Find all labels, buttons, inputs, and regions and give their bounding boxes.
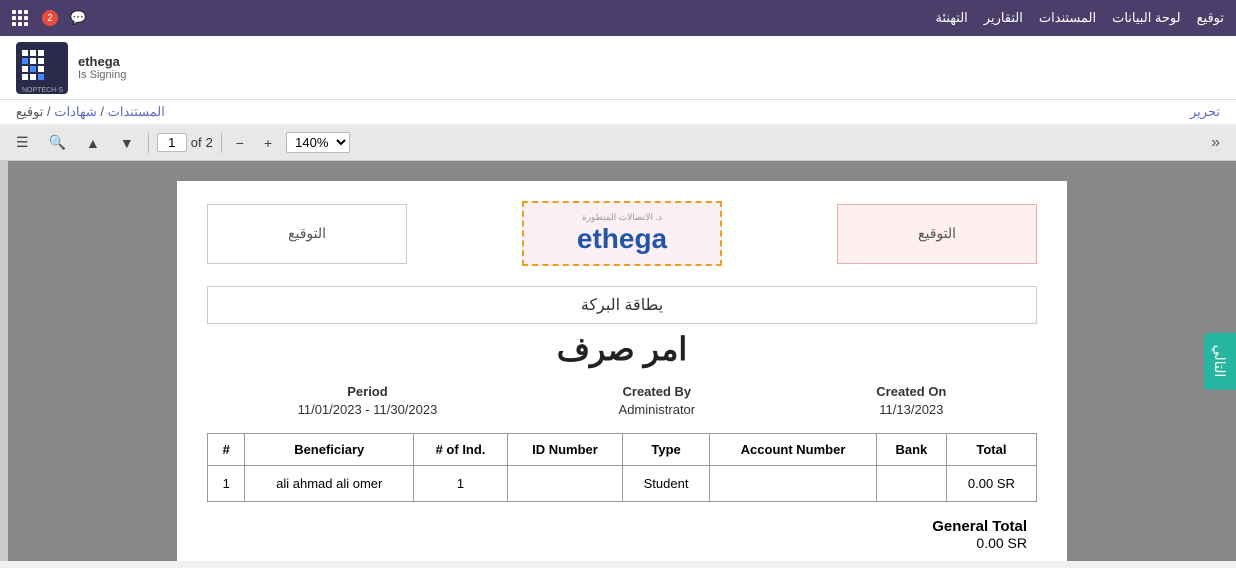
topbar: 2 💬 توقيع لوحة البيانات المستندات التقار… [0,0,1236,36]
table-cell-3 [507,466,622,502]
col-id-number: ID Number [507,434,622,466]
sig-brand: ethega [577,223,667,255]
table-cell-7: 0.00 SR [946,466,1036,502]
col-beneficiary: Beneficiary [245,434,414,466]
up-button[interactable]: ▲ [80,133,106,153]
created-on-label: Created On [876,384,946,399]
topbar-nav: توقيع لوحة البيانات المستندات التقارير ا… [935,10,1224,26]
zoom-out-button[interactable]: − [230,133,250,153]
chat-icon[interactable]: 💬 [70,10,86,26]
page-info: of 2 [157,133,213,152]
sig-left-label: التوقيع [288,225,326,242]
breadcrumb-bar: تحرير المستندات / شهادات / توقيع [0,100,1236,125]
sig-box-center[interactable]: د. الاتصالات المتطورة ethega [522,201,722,266]
logobar: NOPTECH-S ethega Is Signing [0,36,1236,100]
next-button[interactable]: التالي [1204,333,1236,390]
logo-text: ethega Is Signing [78,54,126,81]
svg-text:NOPTECH-S: NOPTECH-S [22,87,64,94]
created-by-value: Administrator [619,402,696,417]
created-on-meta: Created On 11/13/2023 [876,384,946,417]
zoom-in-button[interactable]: + [258,133,278,153]
col-ind: # of Ind. [414,434,508,466]
table-cell-0: 1 [208,466,245,502]
table-cell-5 [710,466,877,502]
grid-icon[interactable] [12,10,28,26]
left-scrollbar [0,161,8,561]
toolbar-right: » [1205,132,1226,154]
panel-toggle-button[interactable]: ☰ [10,132,35,153]
created-on-value: 11/13/2023 [876,402,946,417]
period-label: Period [298,384,438,399]
document-page: التوقيع د. الاتصالات المتطورة ethega الت… [177,181,1067,561]
created-by-label: Created By [619,384,696,399]
zoom-select[interactable]: 140% 100% 75% 50% [286,132,350,153]
created-by-meta: Created By Administrator [619,384,696,417]
meta-row: Period 11/01/2023 - 11/30/2023 Created B… [207,384,1037,417]
table-header-row: # Beneficiary # of Ind. ID Number Type A… [208,434,1037,466]
table-cell-4: Student [622,466,709,502]
toolbar: ☰ 🔍 ▲ ▼ of 2 − + 140% 100% 75% 50% » [0,125,1236,161]
table-cell-1: ali ahmad ali omer [245,466,414,502]
signature-row: التوقيع د. الاتصالات المتطورة ethega الت… [207,201,1037,266]
col-total: Total [946,434,1036,466]
data-table: # Beneficiary # of Ind. ID Number Type A… [207,433,1037,502]
breadcrumb-certificates[interactable]: شهادات [54,104,97,119]
period-value: 11/01/2023 - 11/30/2023 [298,402,438,417]
title-bar-text: يطاقة البركة [581,297,663,314]
col-type: Type [622,434,709,466]
col-num: # [208,434,245,466]
breadcrumb-sep2: / [43,104,50,119]
table-row: 1ali ahmad ali omer1 Student 0.00 SR [208,466,1037,502]
breadcrumb-sep1: / [97,104,104,119]
breadcrumb-sign: توقيع [16,104,43,119]
breadcrumb: المستندات / شهادات / توقيع [16,104,165,120]
page-total: 2 [206,135,213,150]
topbar-left: 2 💬 [12,10,86,26]
toolbar-separator-2 [221,133,222,153]
brand-name: ethega [78,54,126,69]
doc-main-title: امر صرف [207,330,1037,368]
nav-congrats[interactable]: التهنئة [935,10,967,26]
general-total-value: 0.00 SR [207,535,1027,551]
main-area: التوقيع د. الاتصالات المتطورة ethega الت… [0,161,1236,561]
document-container: التوقيع د. الاتصالات المتطورة ethega الت… [8,161,1236,561]
sig-center-small: د. الاتصالات المتطورة [582,212,662,223]
search-button[interactable]: 🔍 [43,132,72,153]
down-button[interactable]: ▼ [114,133,140,153]
toolbar-separator [148,133,149,153]
page-of-label: of [191,135,202,150]
main-title-text: امر صرف [557,331,688,367]
table-cell-6 [876,466,946,502]
general-total-label: General Total [207,518,1027,535]
nav-documents[interactable]: المستندات [1039,10,1096,26]
collapse-button[interactable]: » [1205,132,1226,154]
col-bank: Bank [876,434,946,466]
general-total: General Total 0.00 SR [207,518,1037,551]
page-current-input[interactable] [157,133,187,152]
breadcrumb-documents[interactable]: المستندات [108,104,165,119]
nav-tawqee[interactable]: توقيع [1197,10,1224,26]
nav-reports[interactable]: التقارير [984,10,1023,26]
sig-box-left[interactable]: التوقيع [207,204,407,264]
edit-button[interactable]: تحرير [1190,104,1220,120]
sig-right-label: التوقيع [918,225,956,242]
doc-title-bar: يطاقة البركة [207,286,1037,324]
table-cell-2: 1 [414,466,508,502]
col-account-number: Account Number [710,434,877,466]
logo-area: NOPTECH-S ethega Is Signing [16,42,126,94]
brand-subtitle: Is Signing [78,69,126,81]
logo-svg: NOPTECH-S [16,42,68,94]
notification-badge: 2 [42,10,58,26]
nav-dashboard[interactable]: لوحة البيانات [1112,10,1181,26]
period-meta: Period 11/01/2023 - 11/30/2023 [298,384,438,417]
sig-box-right[interactable]: التوقيع [837,204,1037,264]
